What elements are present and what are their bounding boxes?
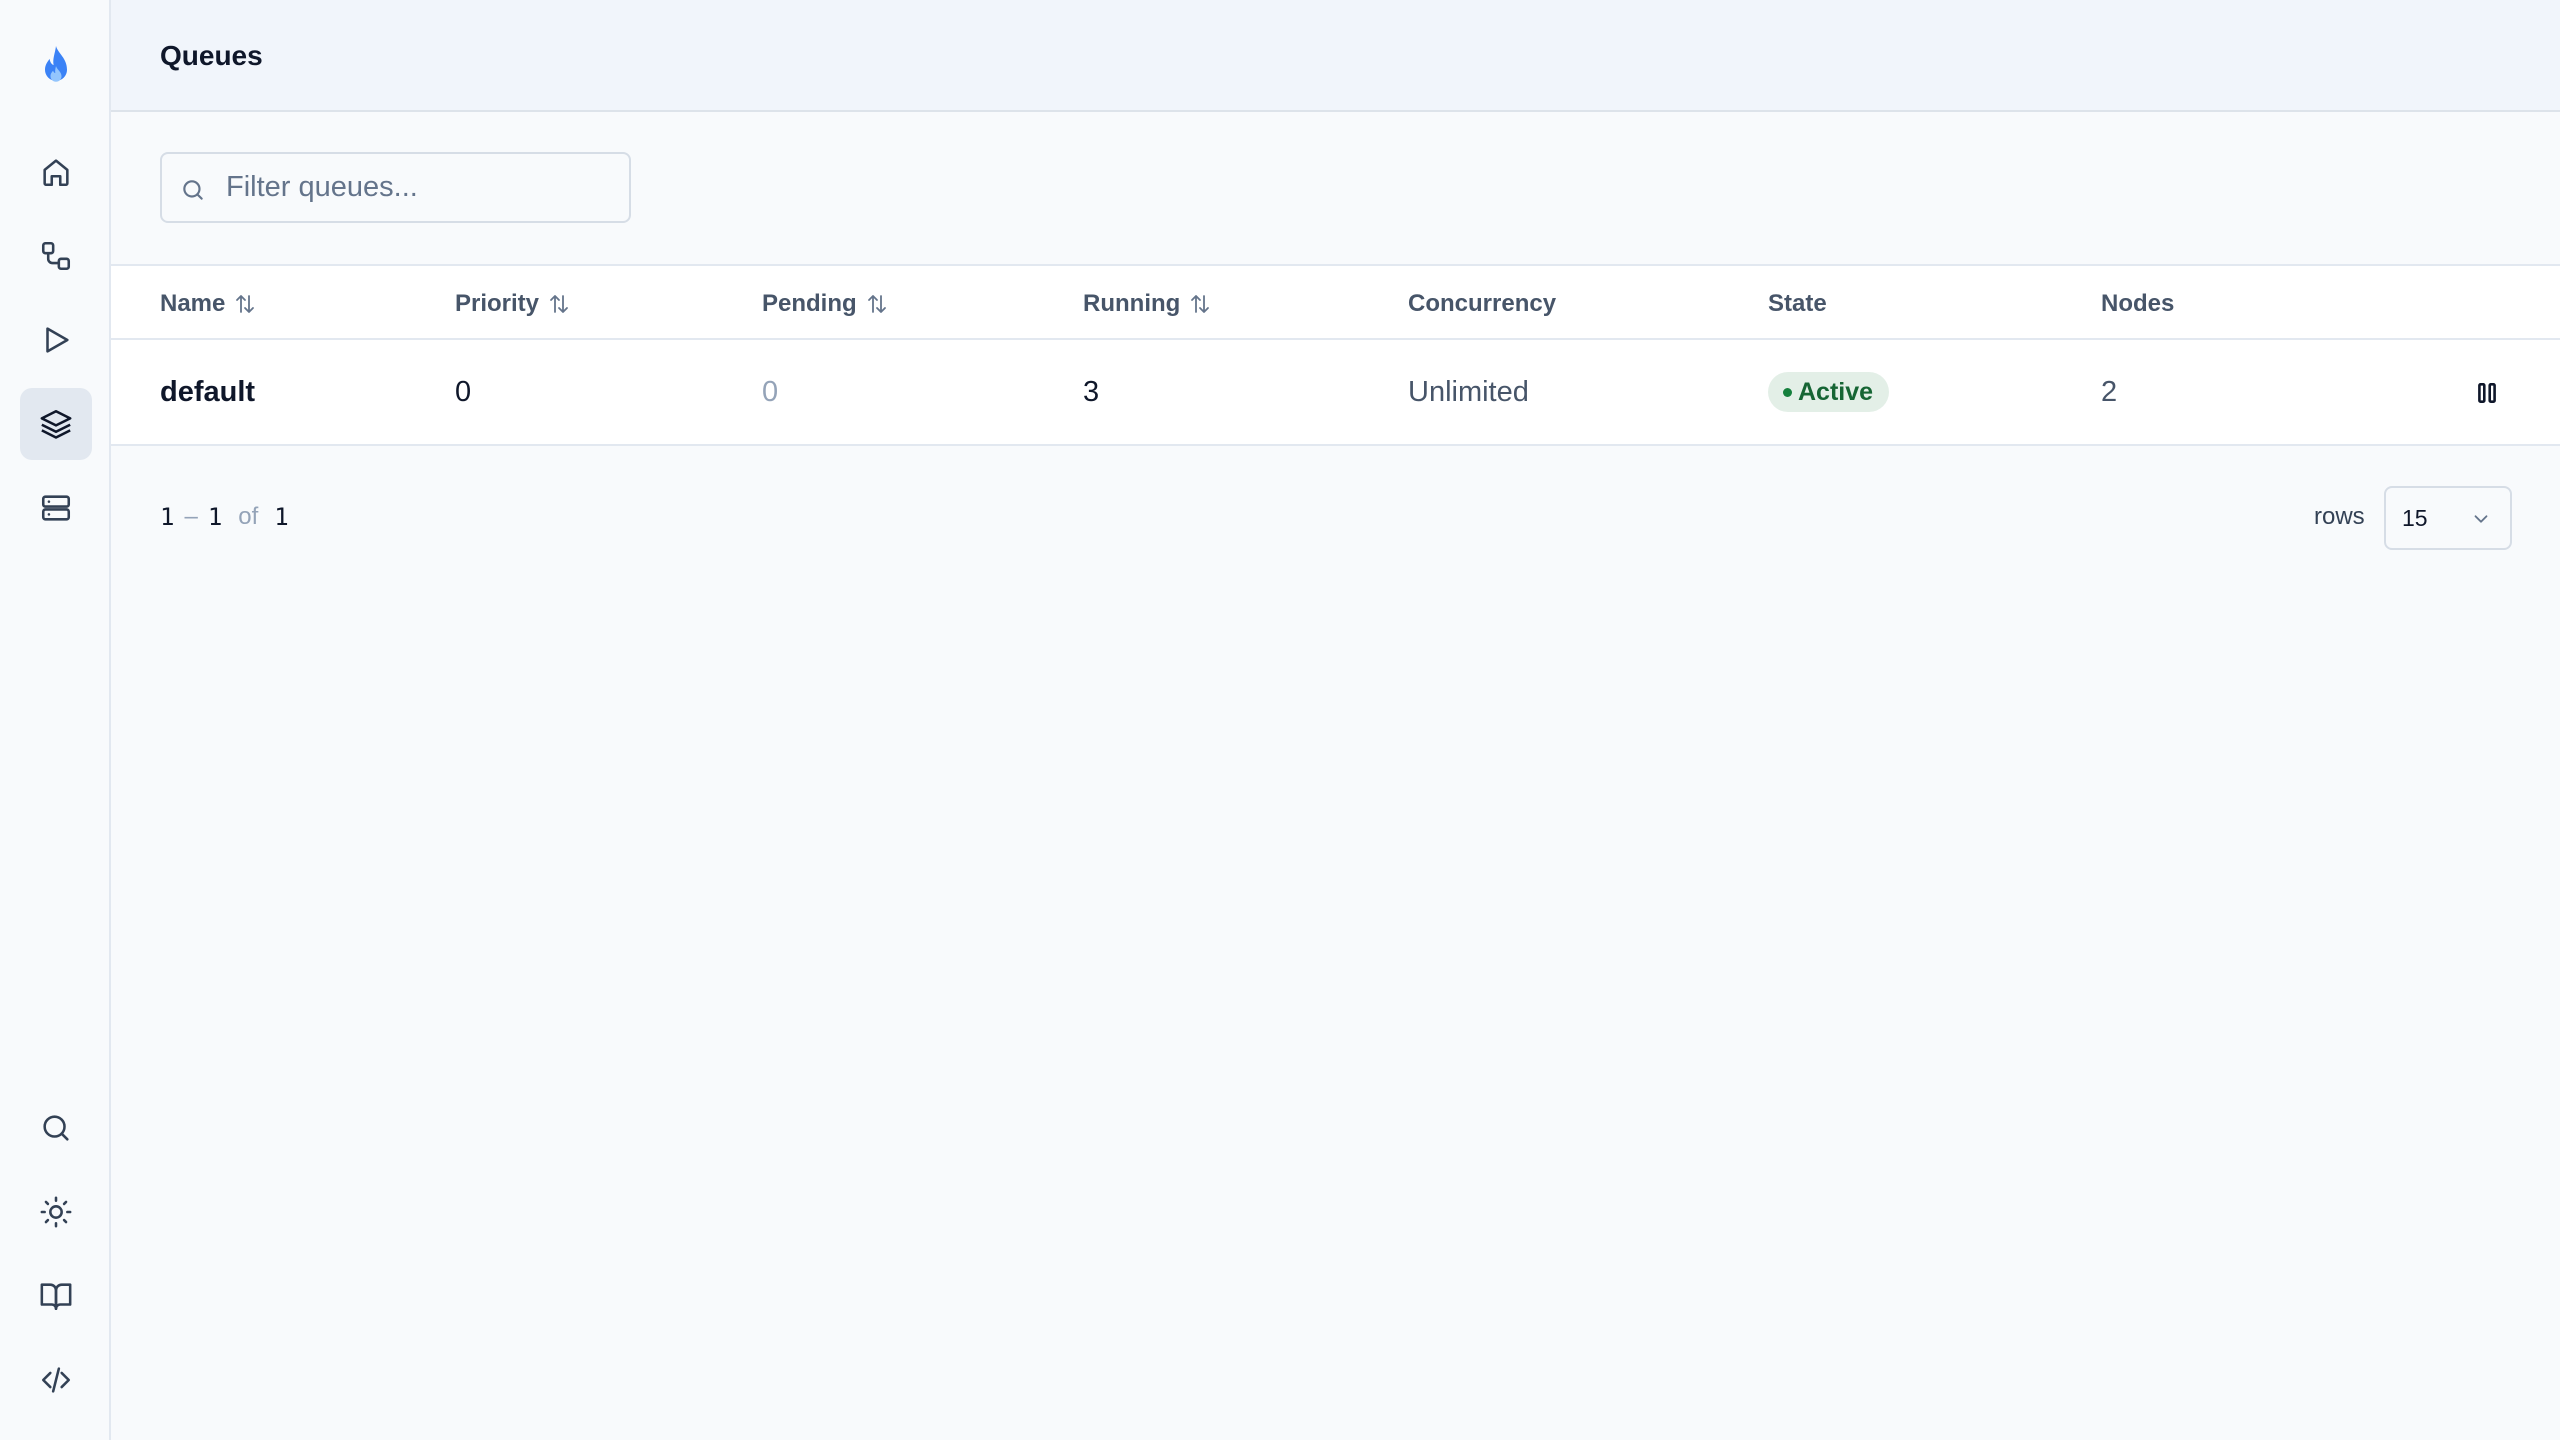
book-icon (40, 1283, 72, 1311)
column-header-concurrency: Concurrency (1408, 290, 1557, 317)
sidebar-api[interactable] (20, 1344, 92, 1416)
filter-box (160, 152, 631, 223)
column-header-nodes: Nodes (2101, 290, 2175, 317)
queue-priority: 0 (455, 376, 472, 408)
queue-running: 3 (1083, 376, 1100, 408)
sidebar-item-nodes[interactable] (20, 472, 92, 544)
sort-icon (867, 295, 886, 313)
search-icon (183, 180, 203, 200)
pause-queue-button[interactable] (2472, 378, 2502, 408)
column-header-name[interactable]: Name (160, 290, 257, 318)
flame-logo-icon[interactable] (34, 44, 78, 92)
sidebar-item-runs[interactable] (20, 304, 92, 376)
rows-per-page-select[interactable]: 15 (2384, 486, 2512, 550)
queue-nodes: 2 (2101, 376, 2118, 408)
chevron-down-icon (2474, 515, 2488, 523)
sort-icon (1191, 295, 1210, 313)
page-title: Queues (160, 40, 263, 71)
layers-icon (40, 409, 72, 439)
sort-icon (550, 295, 568, 313)
queue-pending: 0 (762, 376, 779, 408)
column-header-state: State (1768, 290, 1827, 317)
home-icon (43, 159, 69, 187)
sidebar-item-queues[interactable] (20, 388, 92, 460)
sidebar-item-home[interactable] (20, 136, 92, 208)
server-icon (41, 495, 71, 521)
page-header: Queues (111, 0, 2560, 112)
sidebar-item-workflows[interactable] (20, 220, 92, 292)
table-row[interactable]: default 0 0 3 Unlimited Active 2 (111, 340, 2560, 446)
sun-icon (40, 1196, 72, 1228)
code-icon (41, 1367, 71, 1393)
queue-name[interactable]: default (160, 376, 255, 409)
table-header: Name Priority Pending Running Concurrenc… (111, 264, 2560, 340)
queue-concurrency: Unlimited (1408, 376, 1529, 408)
column-header-running[interactable]: Running (1083, 290, 1212, 318)
sort-icon (236, 295, 255, 313)
sidebar-search[interactable] (20, 1092, 92, 1164)
sidebar-docs[interactable] (20, 1260, 92, 1332)
play-icon (46, 327, 69, 353)
app: Queues Name Priority Pending Running Con… (0, 0, 2560, 1440)
search-icon (43, 1115, 69, 1141)
status-badge: Active (1768, 372, 1890, 412)
column-header-pending[interactable]: Pending (762, 290, 889, 318)
rows-label: rows (2314, 503, 2365, 530)
sidebar-theme-toggle[interactable] (20, 1176, 92, 1248)
column-header-priority[interactable]: Priority (455, 290, 571, 318)
pause-icon (2478, 383, 2496, 403)
workflow-icon (41, 241, 71, 271)
sidebar (0, 0, 111, 1440)
filter-queues-input[interactable] (226, 154, 621, 221)
pagination-summary: 1 – 1 of 1 (160, 503, 289, 531)
